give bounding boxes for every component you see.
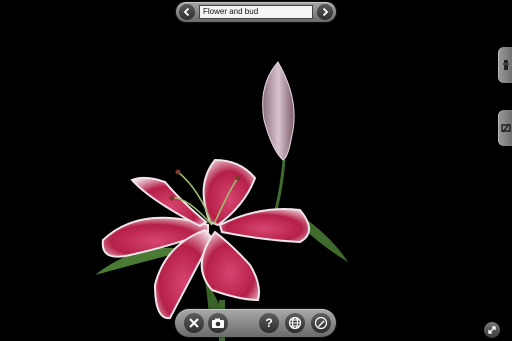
edit-tab-icon [501, 123, 511, 133]
anther [169, 195, 175, 201]
chevron-right-icon [322, 7, 329, 17]
help-icon: ? [265, 316, 272, 330]
close-icon [189, 318, 199, 328]
petal [218, 208, 310, 244]
svg-text:?: ? [265, 316, 272, 330]
lily-bud [262, 61, 295, 161]
anther [235, 175, 241, 181]
close-button[interactable] [184, 313, 204, 333]
camera-button[interactable] [208, 313, 228, 333]
globe-icon [288, 316, 302, 330]
pencil-icon [314, 316, 328, 330]
resize-button[interactable] [484, 322, 500, 338]
scene-title: Flower and bud [199, 5, 313, 19]
globe-button[interactable] [285, 313, 305, 333]
bottom-toolbar: ? [175, 309, 336, 337]
side-tab-edit[interactable] [498, 110, 512, 146]
title-bar: Flower and bud [176, 2, 336, 22]
bud-stem [274, 159, 286, 211]
anther [175, 169, 181, 175]
camera-icon [212, 318, 224, 328]
side-tab-info[interactable] [498, 47, 512, 83]
lily-flower [101, 158, 310, 320]
chevron-left-icon [183, 7, 190, 17]
resize-icon [488, 326, 496, 334]
previous-button[interactable] [179, 4, 195, 20]
next-button[interactable] [317, 4, 333, 20]
model-viewport[interactable] [0, 0, 512, 341]
draw-button[interactable] [311, 313, 331, 333]
help-button[interactable]: ? [259, 313, 279, 333]
info-tab-icon [503, 60, 509, 70]
